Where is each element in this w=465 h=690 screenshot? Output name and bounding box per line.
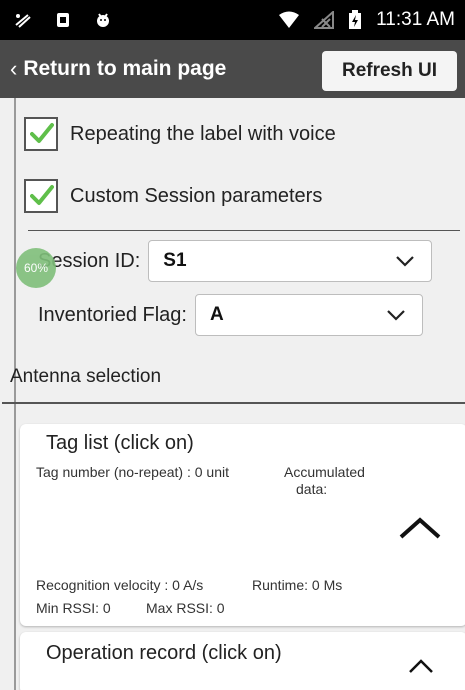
tag-list-card[interactable]: Tag list (click on) Tag number (no-repea…: [20, 424, 465, 626]
section-divider: [2, 402, 465, 404]
android-debug-icon: [97, 13, 109, 27]
accumulated-label-cont: data:: [296, 481, 328, 497]
status-time: 11:31 AM: [376, 9, 455, 30]
chevron-up-icon[interactable]: [408, 658, 434, 674]
back-button[interactable]: ‹ Return to main page: [10, 40, 226, 98]
custom-session-checkbox-row[interactable]: Custom Session parameters: [24, 176, 322, 216]
usb-debug-icon: [15, 14, 31, 28]
session-id-row: Session ID: S1: [38, 240, 433, 282]
refresh-ui-button[interactable]: Refresh UI: [322, 51, 457, 91]
repeat-voice-checkbox[interactable]: [24, 117, 58, 151]
app-header: ‹ Return to main page Refresh UI: [0, 40, 465, 98]
no-signal-icon: [314, 11, 335, 29]
inventoried-flag-label: Inventoried Flag:: [38, 303, 187, 326]
settings-panel: Repeating the label with voice Custom Se…: [2, 98, 465, 690]
operation-record-card[interactable]: Operation record (click on): [20, 632, 465, 690]
custom-session-label: Custom Session parameters: [70, 184, 323, 207]
progress-badge: 60%: [16, 248, 56, 288]
inventoried-flag-row: Inventoried Flag: A: [38, 294, 423, 336]
status-right-icons: 11:31 AM: [278, 0, 455, 40]
chevron-down-icon: [387, 310, 405, 321]
battery-charging-icon: [349, 10, 362, 29]
inventoried-flag-select[interactable]: A: [194, 294, 423, 336]
checkmark-icon: [30, 123, 54, 143]
accumulated-label: Accumulated: [284, 464, 365, 480]
session-id-value: S1: [163, 250, 187, 271]
max-rssi-text: Max RSSI: 0: [146, 600, 225, 616]
status-bar: 11:31 AM: [0, 0, 465, 40]
back-label: Return to main page: [23, 57, 227, 80]
min-rssi-text: Min RSSI: 0: [36, 600, 111, 616]
divider: [28, 230, 460, 231]
antenna-selection-label[interactable]: Antenna selection: [2, 366, 161, 388]
tag-list-title[interactable]: Tag list (click on): [46, 432, 194, 455]
chevron-down-icon: [396, 256, 415, 267]
status-left-icons: [14, 0, 112, 40]
sim-card-icon: [57, 13, 69, 27]
session-id-select[interactable]: S1: [148, 240, 433, 282]
tag-number-text: Tag number (no-repeat) : 0 unit: [36, 464, 229, 480]
checkmark-icon: [30, 185, 54, 205]
chevron-left-icon: ‹: [10, 56, 18, 81]
chevron-up-icon[interactable]: [398, 516, 442, 540]
wifi-icon: [279, 11, 300, 28]
repeat-voice-label: Repeating the label with voice: [70, 122, 336, 145]
repeat-voice-checkbox-row[interactable]: Repeating the label with voice: [24, 114, 336, 154]
inventoried-flag-value: A: [209, 304, 224, 325]
recognition-velocity-text: Recognition velocity : 0 A/s: [36, 577, 204, 593]
operation-record-title[interactable]: Operation record (click on): [46, 642, 282, 665]
runtime-text: Runtime: 0 Ms: [252, 577, 343, 593]
custom-session-checkbox[interactable]: [24, 179, 58, 213]
